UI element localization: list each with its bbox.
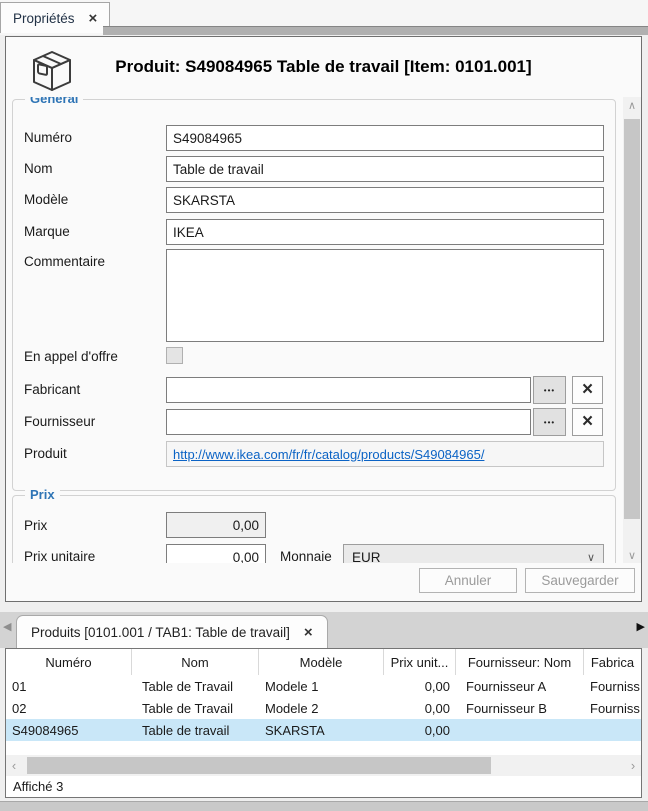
table-row-selected[interactable]: S49084965 Table de travail SKARSTA 0,00: [6, 719, 641, 741]
horizontal-scrollbar-thumb[interactable]: [27, 757, 491, 774]
table-header-row: Numéro Nom Modèle Prix unit... Fournisse…: [6, 649, 641, 676]
tab-produits-label: Produits [0101.001 / TAB1: Table de trav…: [31, 625, 290, 640]
table-row[interactable]: 01 Table de Travail Modele 1 0,00 Fourni…: [6, 675, 641, 697]
cell-prix: 0,00: [384, 719, 456, 741]
tab-produits[interactable]: Produits [0101.001 / TAB1: Table de trav…: [16, 615, 328, 648]
modele-label: Modèle: [24, 192, 68, 207]
modele-input[interactable]: [166, 187, 604, 213]
scroll-left-icon[interactable]: ‹: [6, 755, 22, 776]
scroll-down-icon[interactable]: ∨: [623, 547, 641, 563]
groupbox-prix-legend: Prix: [25, 487, 60, 502]
cell-nom: Table de travail: [132, 719, 259, 741]
scroll-right-icon[interactable]: ›: [625, 755, 641, 776]
tabbar-strip: [103, 26, 648, 35]
fournisseur-browse-button[interactable]: •••: [533, 408, 566, 436]
sauvegarder-button[interactable]: Sauvegarder: [525, 568, 635, 593]
cell-numero: S49084965: [6, 719, 132, 741]
prix-label: Prix: [24, 518, 47, 533]
top-tab-bar: Propriétés ×: [0, 0, 648, 35]
prix-unitaire-label: Prix unitaire: [24, 549, 95, 563]
tab-proprietes[interactable]: Propriétés ×: [0, 2, 110, 33]
cell-modele: Modele 1: [259, 675, 384, 697]
cell-fabricant: Fourniss: [584, 675, 641, 697]
column-header-fabricant[interactable]: Fabrica: [584, 649, 641, 675]
appel-offre-checkbox: [166, 347, 183, 364]
vertical-scrollbar-thumb[interactable]: [624, 119, 640, 519]
fabricant-label: Fabricant: [24, 382, 80, 397]
horizontal-scrollbar[interactable]: ‹ ›: [6, 755, 641, 776]
marque-label: Marque: [24, 224, 70, 239]
chevron-down-icon: ∨: [587, 551, 595, 564]
appel-offre-label: En appel d'offre: [24, 349, 118, 364]
fabricant-browse-button[interactable]: •••: [533, 376, 566, 404]
cell-nom: Table de Travail: [132, 697, 259, 719]
nom-input[interactable]: [166, 156, 604, 182]
prix-input: [166, 512, 266, 538]
cell-modele: Modele 2: [259, 697, 384, 719]
produit-label: Produit: [24, 446, 67, 461]
cell-numero: 01: [6, 675, 132, 697]
tab-proprietes-label: Propriétés: [13, 11, 75, 26]
fournisseur-input[interactable]: [166, 409, 531, 435]
properties-scroll-area: Général Numéro Nom Modèle Marque Comment…: [8, 97, 620, 563]
cell-fabricant: [584, 719, 641, 741]
close-icon[interactable]: ×: [304, 625, 313, 640]
page-title: Produit: S49084965 Table de travail [Ite…: [6, 57, 641, 77]
monnaie-value: EUR: [352, 550, 381, 564]
monnaie-select[interactable]: EUR ∨: [343, 544, 604, 563]
commentaire-textarea[interactable]: [166, 249, 604, 342]
nom-label: Nom: [24, 161, 53, 176]
numero-input[interactable]: [166, 125, 604, 151]
tab-scroll-right-icon[interactable]: ▶: [637, 622, 645, 633]
fournisseur-clear-button[interactable]: ×: [572, 408, 603, 436]
cell-fournisseur: Fournisseur A: [456, 675, 584, 697]
scroll-up-icon[interactable]: ∧: [623, 97, 641, 113]
properties-panel: Produit: S49084965 Table de travail [Ite…: [5, 36, 642, 602]
vertical-scrollbar[interactable]: ∧ ∨: [623, 97, 641, 563]
cell-fabricant: Fourniss: [584, 697, 641, 719]
column-header-nom[interactable]: Nom: [132, 649, 259, 675]
fabricant-input[interactable]: [166, 377, 531, 403]
prix-unitaire-input[interactable]: [166, 544, 266, 563]
column-header-numero[interactable]: Numéro: [6, 649, 132, 675]
commentaire-label: Commentaire: [24, 254, 105, 269]
tab-scroll-left-icon[interactable]: ◀: [3, 622, 11, 633]
cell-fournisseur: [456, 719, 584, 741]
cell-fournisseur: Fournisseur B: [456, 697, 584, 719]
bottom-tab-bar: ◀ Produits [0101.001 / TAB1: Table de tr…: [0, 612, 648, 648]
groupbox-general-legend: Général: [25, 97, 83, 106]
table-row[interactable]: 02 Table de Travail Modele 2 0,00 Fourni…: [6, 697, 641, 719]
cell-nom: Table de Travail: [132, 675, 259, 697]
produit-url-field: http://www.ikea.com/fr/fr/catalog/produc…: [166, 441, 604, 467]
column-header-prix[interactable]: Prix unit...: [384, 649, 456, 675]
numero-label: Numéro: [24, 130, 72, 145]
monnaie-label: Monnaie: [280, 549, 332, 563]
cell-prix: 0,00: [384, 697, 456, 719]
products-table-panel: Numéro Nom Modèle Prix unit... Fournisse…: [5, 648, 642, 798]
cell-modele: SKARSTA: [259, 719, 384, 741]
column-header-fournisseur[interactable]: Fournisseur: Nom: [456, 649, 584, 675]
column-header-modele[interactable]: Modèle: [259, 649, 384, 675]
status-text: Affiché 3: [13, 779, 63, 794]
fabricant-clear-button[interactable]: ×: [572, 376, 603, 404]
fournisseur-label: Fournisseur: [24, 414, 95, 429]
marque-input[interactable]: [166, 219, 604, 245]
cell-numero: 02: [6, 697, 132, 719]
produit-url-link[interactable]: http://www.ikea.com/fr/fr/catalog/produc…: [173, 447, 484, 462]
cell-prix: 0,00: [384, 675, 456, 697]
close-icon[interactable]: ×: [89, 11, 98, 26]
annuler-button[interactable]: Annuler: [419, 568, 517, 593]
